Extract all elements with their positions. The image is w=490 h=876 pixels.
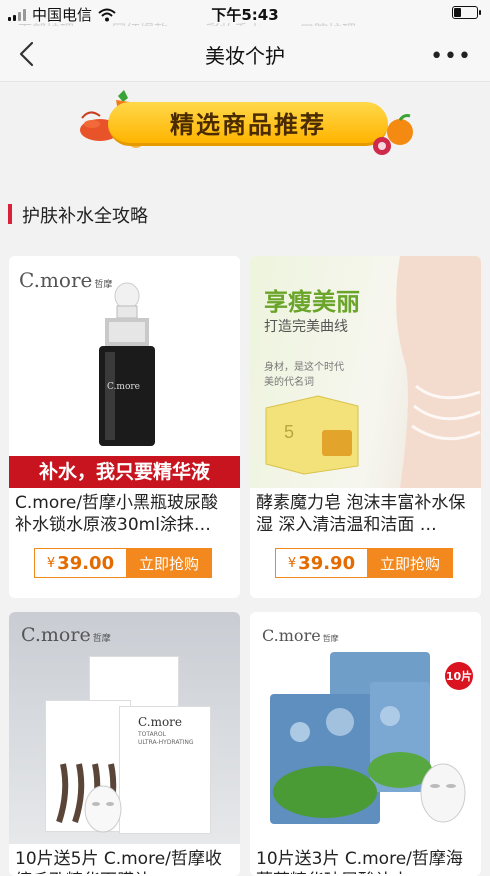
page-title: 美妆个护 [205,44,285,68]
buy-row: ¥39.00 立即抢购 [34,548,212,578]
seaweed-mask-pack-icon [270,652,432,824]
image-tagline: 身材，是这个时代 美的代名词 [264,362,344,388]
image-band-text: 补水，我只要精华液 [9,456,240,488]
badge-circle: 10片 [445,662,473,690]
buy-now-button[interactable]: 立即抢购 [367,548,453,578]
soap-box-icon: 5 [265,395,359,475]
product-card[interactable]: C.more 哲摩 C.more 补水，我只要精华液 C.more/哲摩小黑瓶玻尿… [9,256,240,598]
product-image: C.more 哲摩 C.more TOTAROL ULTRA-HYDRATING [9,612,240,844]
section-accent-bar [8,204,12,224]
battery-icon [452,6,481,19]
buy-row: ¥39.90 立即抢购 [275,548,453,578]
svg-text:5: 5 [284,422,294,442]
product-name[interactable]: 10片送5片 C.more/哲摩收缩毛孔精华面膜补… [15,848,234,874]
face-mask-icon [420,763,466,823]
product-card[interactable]: C.more 哲摩 C.more TOTAROL ULTRA-HYDRATING … [9,612,240,876]
product-name[interactable]: 10片送3片 C.more/哲摩海藻莓精华玻尿酸补水… [256,848,475,874]
image-subline: 打造完美曲线 [264,319,348,335]
serum-bottle-icon [99,282,155,446]
nav-bar: 美妆个护 ••• [0,26,490,82]
product-name[interactable]: 酵素魔力皂 泡沫丰富补水保湿 深入清洁温和洁面 … [256,492,475,536]
product-image: C.more 哲摩 10片 [250,612,481,844]
body-figure-icon [396,256,481,488]
product-card[interactable]: C.more哲摩 10片 10片送3片 C.more/哲摩海藻莓精华玻尿酸补水… [250,612,481,876]
featured-banner: 精选商品推荐 [78,90,416,156]
price-tag: ¥39.90 [275,548,367,578]
image-headline: 享瘦美丽 [264,288,360,316]
product-name[interactable]: C.more/哲摩小黑瓶玻尿酸补水锁水原液30ml涂抹… [15,492,234,536]
product-card[interactable]: 享瘦美丽 打造完美曲线 身材，是这个时代 美的代名词 5 酵素魔力皂 泡沫丰富补水… [250,256,481,598]
section-header: 护肤补水全攻略 [0,196,490,232]
banner-text: 精选商品推荐 [170,111,326,139]
brand-logo: C.more 哲摩 [262,626,339,645]
buy-now-button[interactable]: 立即抢购 [126,548,212,578]
bottle-label: C.more [107,382,141,392]
product-image: 享瘦美丽 打造完美曲线 身材，是这个时代 美的代名词 5 [250,256,481,488]
section-title: 护肤补水全攻略 [22,206,148,227]
more-dots-icon[interactable]: ••• [430,44,472,69]
price-tag: ¥39.00 [34,548,126,578]
banner-pill: 精选商品推荐 [108,102,388,146]
face-mask-icon [84,785,122,833]
fruit-icon [373,114,413,155]
mask-box: C.more TOTAROL ULTRA-HYDRATING [119,706,211,834]
product-image: C.more 哲摩 C.more 补水，我只要精华液 [9,256,240,488]
brand-logo: C.more 哲摩 [21,624,111,646]
